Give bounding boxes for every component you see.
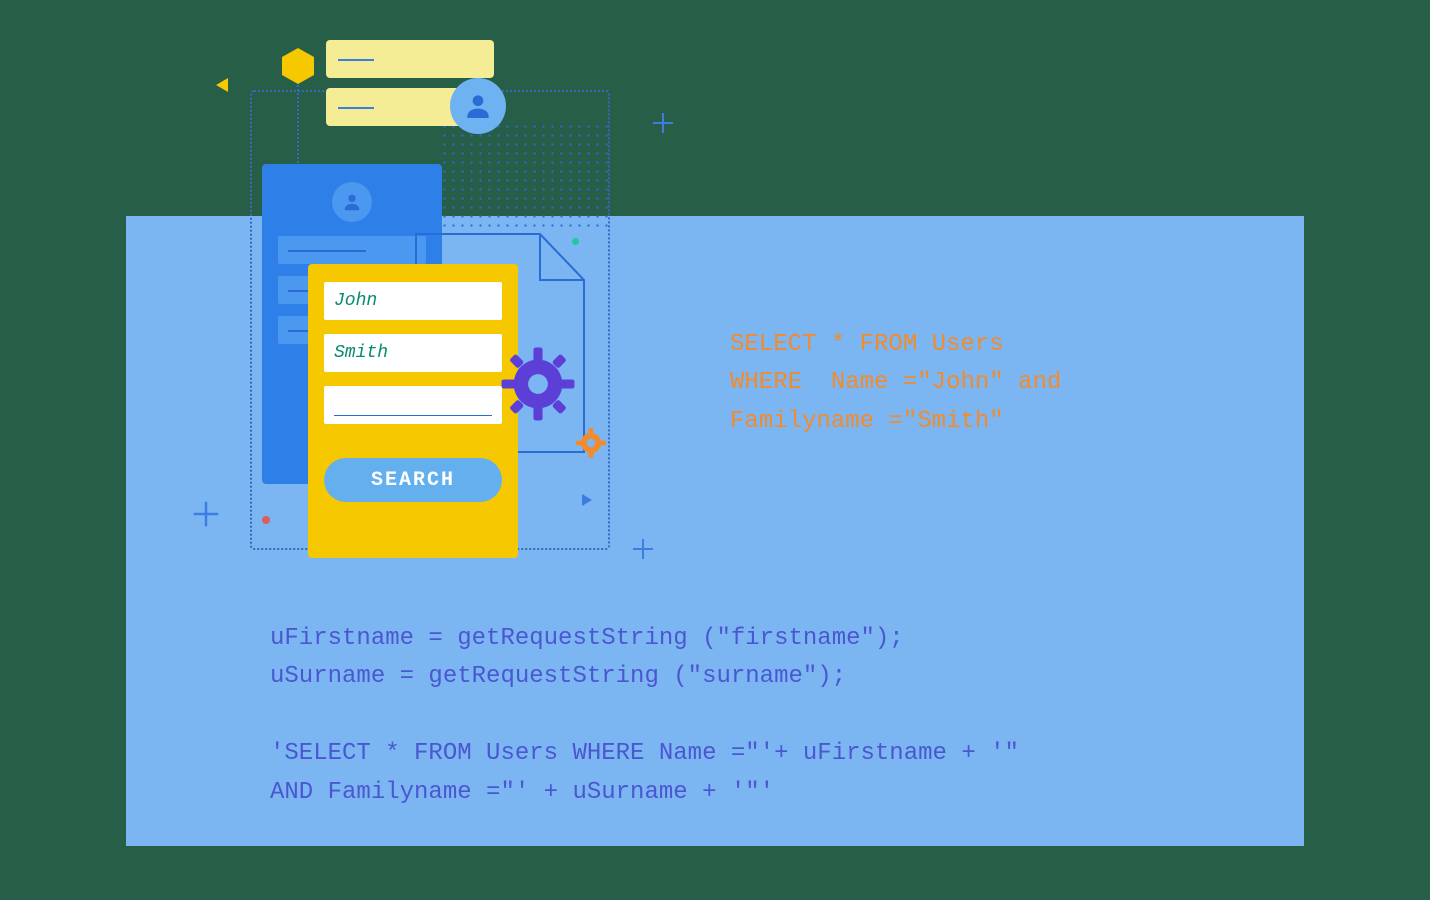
triangle-decoration xyxy=(582,494,592,506)
gear-small-icon xyxy=(576,428,606,458)
triangle-decoration xyxy=(216,78,228,92)
hexagon-icon xyxy=(282,48,314,84)
list-bar-item xyxy=(326,40,494,78)
mobile-field xyxy=(278,236,426,264)
user-avatar-icon xyxy=(450,78,506,134)
dot-grid-decoration xyxy=(440,122,610,232)
sql-query-text: SELECT * FROM Users WHERE Name ="John" a… xyxy=(730,326,1250,441)
search-button[interactable]: SEARCH xyxy=(324,458,502,502)
empty-input[interactable] xyxy=(324,386,502,424)
server-code-text: uFirstname = getRequestString ("firstnam… xyxy=(270,620,1210,812)
dotted-connector xyxy=(297,82,299,166)
search-form-card: SEARCH xyxy=(308,264,518,558)
sparkle-icon xyxy=(630,536,656,562)
gear-icon xyxy=(500,346,576,422)
dot-decoration xyxy=(572,238,579,245)
avatar-icon xyxy=(332,182,372,222)
sparkle-icon xyxy=(650,110,676,136)
last-name-input[interactable] xyxy=(324,334,502,372)
sparkle-icon xyxy=(190,498,222,530)
dot-decoration xyxy=(262,516,270,524)
first-name-input[interactable] xyxy=(324,282,502,320)
